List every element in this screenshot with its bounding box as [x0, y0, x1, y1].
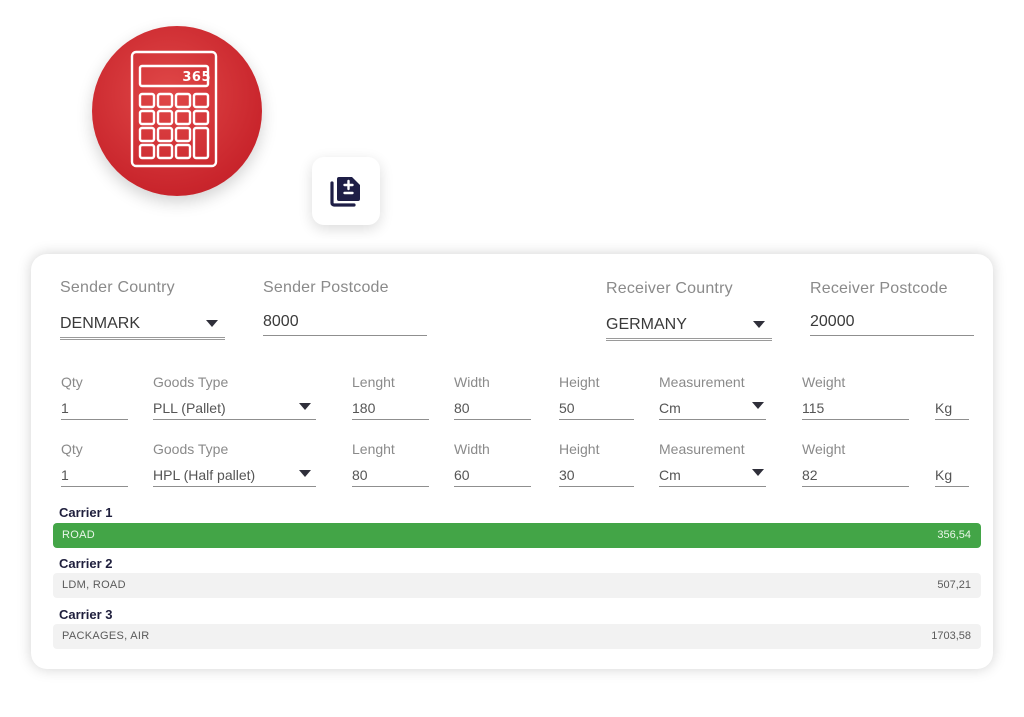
carrier-title: Carrier 3 — [59, 607, 113, 622]
height-input[interactable]: 50 — [559, 394, 634, 420]
sender-postcode-label: Sender Postcode — [263, 279, 389, 296]
receiver-country-value: GERMANY — [606, 316, 687, 333]
quote-calculator-panel: Sender Country DENMARK Sender Postcode 8… — [31, 254, 993, 669]
length-value: 80 — [352, 467, 368, 483]
length-value: 180 — [352, 400, 376, 416]
sender-postcode-input[interactable]: 8000 — [263, 304, 427, 336]
qty-value: 1 — [61, 467, 69, 483]
sender-postcode-value: 8000 — [263, 313, 299, 330]
chevron-down-icon — [206, 320, 218, 327]
copy-plus-minus-icon — [330, 177, 360, 207]
carrier-services: ROAD — [62, 529, 95, 541]
width-label: Width — [454, 374, 490, 390]
length-input[interactable]: 180 — [352, 394, 429, 420]
weight-value: 115 — [802, 400, 825, 416]
carrier-title: Carrier 2 — [59, 556, 113, 571]
chevron-down-icon — [299, 403, 311, 410]
goods-type-value: PLL (Pallet) — [153, 400, 226, 416]
sender-country-label: Sender Country — [60, 279, 175, 296]
width-value: 80 — [454, 400, 470, 416]
length-input[interactable]: 80 — [352, 461, 429, 487]
carrier-services: LDM, ROAD — [62, 579, 126, 591]
weight-unit: Kg — [935, 394, 969, 420]
carrier-price: 1703,58 — [931, 630, 971, 642]
carrier-result[interactable]: PACKAGES, AIR 1703,58 — [53, 624, 981, 649]
receiver-postcode-value: 20000 — [810, 313, 855, 330]
qty-input[interactable]: 1 — [61, 394, 128, 420]
weight-value: 82 — [802, 467, 818, 483]
calculator-badge — [92, 26, 262, 196]
receiver-country-select[interactable]: GERMANY — [606, 305, 772, 341]
measurement-label: Measurement — [659, 374, 745, 390]
measurement-label: Measurement — [659, 441, 745, 457]
width-input[interactable]: 80 — [454, 394, 531, 420]
weight-unit: Kg — [935, 461, 969, 487]
qty-label: Qty — [61, 441, 83, 457]
goods-type-label: Goods Type — [153, 441, 229, 457]
weight-unit-value: Kg — [935, 400, 953, 416]
receiver-postcode-input[interactable]: 20000 — [810, 305, 974, 336]
carrier-price: 356,54 — [937, 529, 971, 541]
height-label: Height — [559, 374, 600, 390]
calculator-display-value: 365 — [182, 70, 211, 85]
weight-input[interactable]: 115 — [802, 394, 909, 420]
copy-quote-button[interactable] — [312, 157, 380, 225]
measurement-value: Cm — [659, 467, 681, 483]
carrier-services: PACKAGES, AIR — [62, 630, 150, 642]
measurement-value: Cm — [659, 400, 681, 416]
chevron-down-icon — [752, 469, 764, 476]
weight-unit-value: Kg — [935, 467, 953, 483]
qty-label: Qty — [61, 374, 83, 390]
carrier-price: 507,21 — [937, 579, 971, 591]
height-value: 30 — [559, 467, 575, 483]
height-label: Height — [559, 441, 600, 457]
height-value: 50 — [559, 400, 575, 416]
chevron-down-icon — [752, 402, 764, 409]
length-label: Lenght — [352, 374, 395, 390]
width-input[interactable]: 60 — [454, 461, 531, 487]
measurement-select[interactable]: Cm — [659, 461, 766, 487]
calculator-icon — [130, 50, 218, 168]
qty-input[interactable]: 1 — [61, 461, 128, 487]
weight-label: Weight — [802, 374, 846, 390]
length-label: Lenght — [352, 441, 395, 457]
measurement-select[interactable]: Cm — [659, 394, 766, 420]
goods-type-label: Goods Type — [153, 374, 229, 390]
carrier-result-best[interactable]: ROAD 356,54 — [53, 523, 981, 548]
sender-country-select[interactable]: DENMARK — [60, 304, 225, 340]
sender-country-value: DENMARK — [60, 315, 141, 332]
chevron-down-icon — [299, 470, 311, 477]
weight-label: Weight — [802, 441, 846, 457]
goods-type-select[interactable]: PLL (Pallet) — [153, 394, 316, 420]
qty-value: 1 — [61, 400, 69, 416]
carrier-title: Carrier 1 — [59, 505, 113, 520]
chevron-down-icon — [753, 321, 765, 328]
receiver-country-label: Receiver Country — [606, 280, 733, 297]
height-input[interactable]: 30 — [559, 461, 634, 487]
carrier-result[interactable]: LDM, ROAD 507,21 — [53, 573, 981, 598]
goods-type-select[interactable]: HPL (Half pallet) — [153, 461, 316, 487]
width-value: 60 — [454, 467, 470, 483]
goods-type-value: HPL (Half pallet) — [153, 467, 256, 483]
width-label: Width — [454, 441, 490, 457]
weight-input[interactable]: 82 — [802, 461, 909, 487]
receiver-postcode-label: Receiver Postcode — [810, 280, 948, 297]
